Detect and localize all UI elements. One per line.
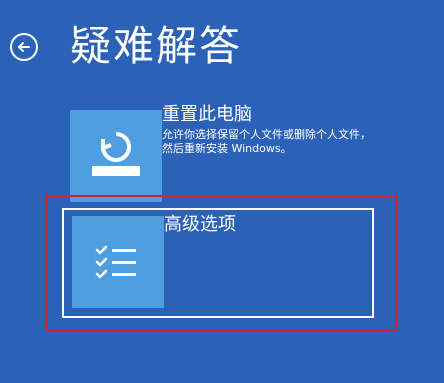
reset-pc-icon xyxy=(70,110,162,202)
recovery-screen: 疑难解答 重置此电脑 允许你选择保留个人文件或删除个人文件，然后重新安装 Win… xyxy=(0,0,444,383)
page-title: 疑难解答 xyxy=(70,22,242,70)
option-title: 重置此电脑 xyxy=(162,104,252,125)
back-button[interactable] xyxy=(10,33,38,61)
option-reset-pc[interactable]: 重置此电脑 允许你选择保留个人文件或删除个人文件，然后重新安装 Windows。 xyxy=(62,100,374,210)
highlight-frame xyxy=(45,195,397,331)
arrow-left-icon xyxy=(18,42,30,52)
option-description: 允许你选择保留个人文件或删除个人文件，然后重新安装 Windows。 xyxy=(162,128,371,155)
